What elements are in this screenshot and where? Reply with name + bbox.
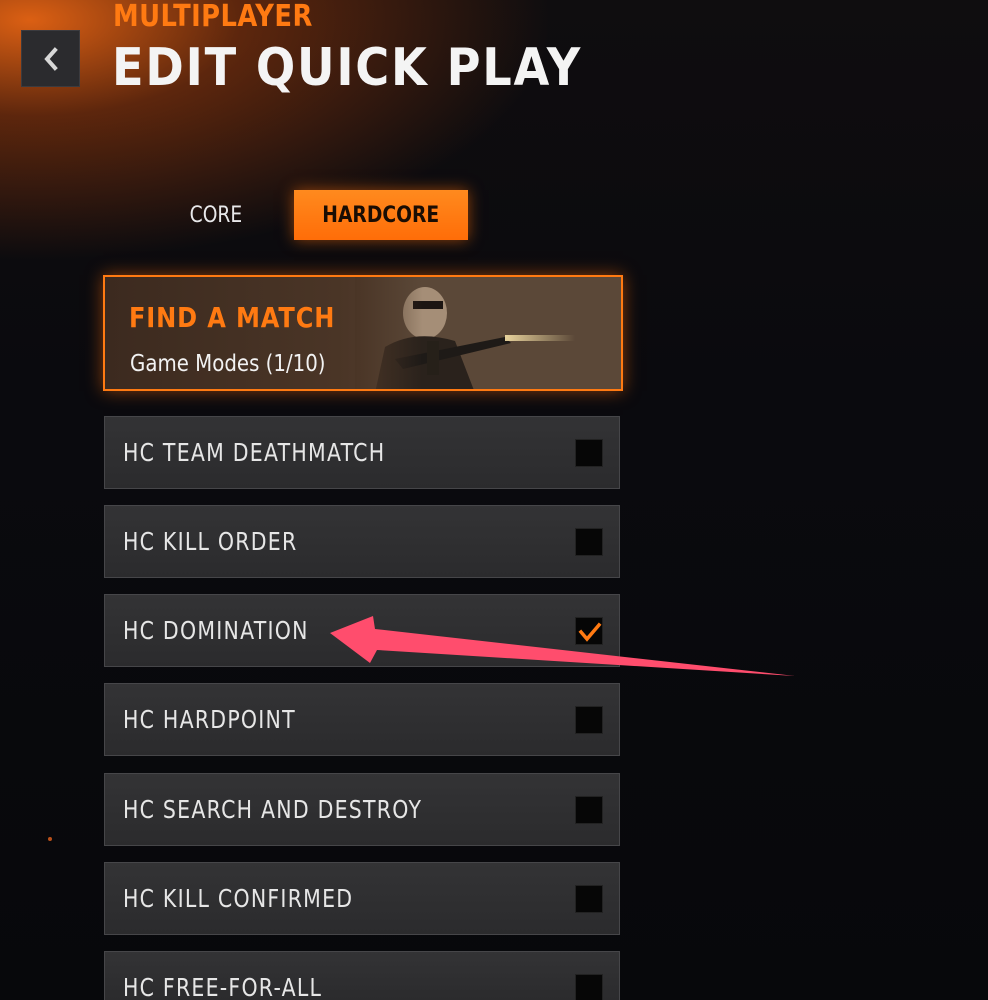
find-match-title: FIND A MATCH bbox=[129, 301, 336, 334]
ember-particle bbox=[48, 837, 52, 841]
find-match-button[interactable]: FIND A MATCH Game Modes (1/10) bbox=[103, 275, 623, 391]
mode-label: HC DOMINATION bbox=[123, 616, 309, 645]
mode-row-hc-kill-confirmed[interactable]: HC KILL CONFIRMED bbox=[104, 862, 620, 935]
background-glow bbox=[0, 0, 988, 1000]
back-button[interactable] bbox=[21, 30, 80, 87]
mode-label: HC KILL ORDER bbox=[123, 527, 298, 556]
mode-label: HC HARDPOINT bbox=[123, 705, 296, 734]
chevron-left-icon bbox=[43, 46, 58, 71]
mode-checkbox[interactable] bbox=[575, 439, 603, 467]
tab-hardcore[interactable]: HARDCORE bbox=[294, 190, 468, 240]
mode-row-hc-team-deathmatch[interactable]: HC TEAM DEATHMATCH bbox=[104, 416, 620, 489]
mode-label: HC KILL CONFIRMED bbox=[123, 884, 354, 913]
mode-label: HC SEARCH AND DESTROY bbox=[123, 795, 423, 824]
page-title: EDIT QUICK PLAY bbox=[112, 38, 583, 98]
mode-checkbox[interactable] bbox=[575, 974, 603, 1000]
mode-row-hc-hardpoint[interactable]: HC HARDPOINT bbox=[104, 683, 620, 756]
mode-label: HC TEAM DEATHMATCH bbox=[123, 438, 386, 467]
mode-checkbox[interactable] bbox=[575, 796, 603, 824]
mode-checkbox[interactable] bbox=[575, 706, 603, 734]
find-match-subtitle: Game Modes (1/10) bbox=[130, 351, 326, 377]
tab-core[interactable]: CORE bbox=[165, 190, 267, 240]
soldier-artwork bbox=[355, 277, 621, 389]
mode-checkbox[interactable] bbox=[575, 885, 603, 913]
mode-row-hc-domination[interactable]: HC DOMINATION bbox=[104, 594, 620, 667]
tab-hardcore-label: HARDCORE bbox=[322, 202, 440, 228]
mode-checkbox[interactable] bbox=[575, 528, 603, 556]
mode-row-hc-search-and-destroy[interactable]: HC SEARCH AND DESTROY bbox=[104, 773, 620, 846]
mode-label: HC FREE-FOR-ALL bbox=[123, 973, 323, 1000]
mode-row-hc-kill-order[interactable]: HC KILL ORDER bbox=[104, 505, 620, 578]
mode-row-hc-free-for-all[interactable]: HC FREE-FOR-ALL bbox=[104, 951, 620, 1000]
tab-core-label: CORE bbox=[189, 202, 243, 228]
section-label: MULTIPLAYER bbox=[113, 0, 313, 34]
checkmark-icon bbox=[578, 622, 602, 642]
mode-checkbox-checked[interactable] bbox=[575, 617, 603, 645]
